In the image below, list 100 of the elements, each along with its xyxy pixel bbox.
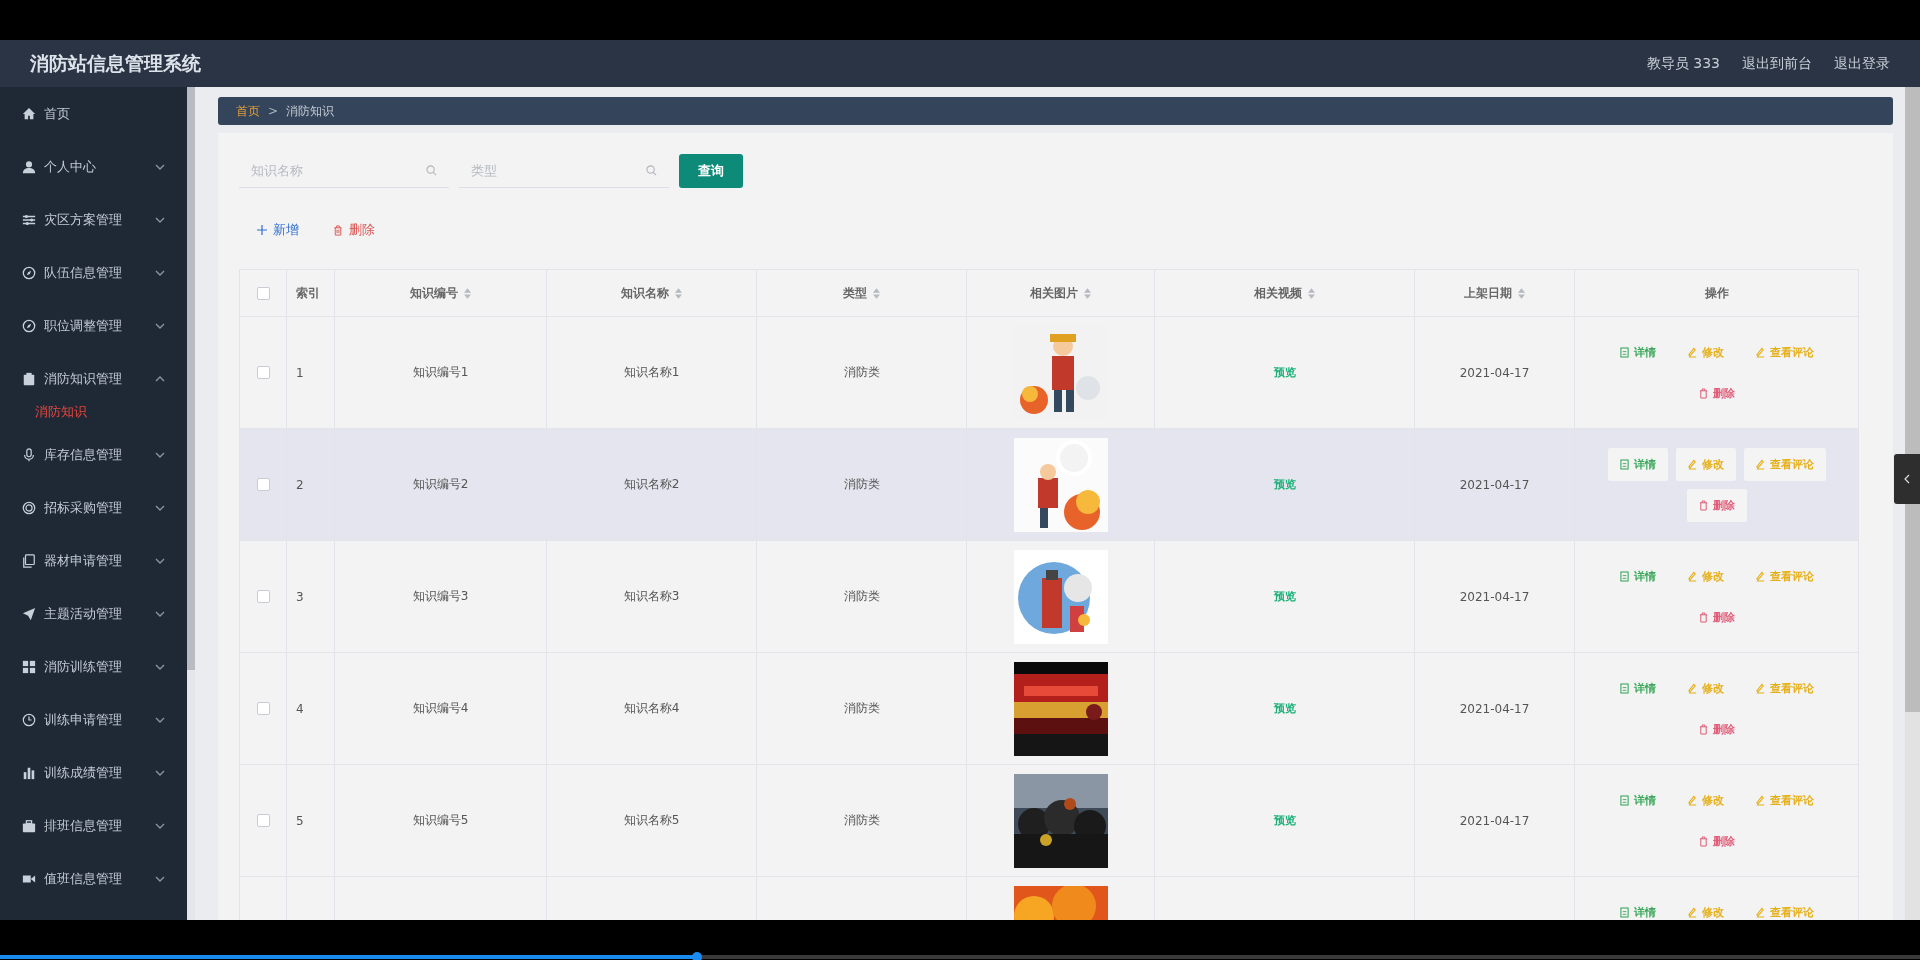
- sidebar-item[interactable]: 灾区方案管理: [0, 193, 187, 246]
- document-icon: [1619, 683, 1629, 694]
- sort-icon[interactable]: [464, 287, 471, 299]
- table-cell: 知识名称5: [623, 812, 680, 829]
- search-icon: [426, 165, 437, 176]
- add-button[interactable]: 新增: [257, 221, 299, 239]
- sidebar-item[interactable]: 排班信息管理: [0, 799, 187, 852]
- copy-icon: [22, 553, 36, 568]
- table-cell: 消防类: [843, 700, 880, 717]
- chevron-left-icon: [1904, 474, 1910, 484]
- sort-icon[interactable]: [873, 287, 880, 299]
- grid-icon: [22, 659, 36, 674]
- details-button[interactable]: 详情: [1607, 560, 1668, 593]
- preview-link[interactable]: 预览: [1273, 701, 1296, 716]
- column-header[interactable]: 类型: [757, 270, 967, 317]
- table-cell: 知识编号5: [412, 812, 469, 829]
- document-icon: [1619, 571, 1629, 582]
- sort-icon[interactable]: [675, 287, 682, 299]
- sidebar-item[interactable]: 库存信息管理: [0, 428, 187, 481]
- chevron-down-icon: [155, 557, 165, 564]
- sliders-icon: [22, 212, 36, 227]
- search-field[interactable]: 知识名称: [239, 153, 449, 188]
- sidebar-item[interactable]: 首页: [0, 87, 187, 140]
- scrollbar[interactable]: [187, 87, 195, 920]
- table-cell: 消防类: [843, 364, 880, 381]
- table-cell: 消防类: [843, 812, 880, 829]
- checkbox[interactable]: [256, 814, 270, 827]
- delete-button[interactable]: 删除: [1686, 601, 1747, 634]
- scrollbar[interactable]: [1905, 87, 1920, 920]
- briefcase-icon: [22, 818, 36, 833]
- checkbox[interactable]: [256, 366, 270, 379]
- trash-icon: [1698, 388, 1708, 399]
- breadcrumb-link[interactable]: 首页: [236, 102, 260, 120]
- document-icon: [1619, 459, 1629, 470]
- sidebar-item[interactable]: 训练成绩管理: [0, 746, 187, 799]
- table-cell: 5: [296, 813, 304, 828]
- trash-icon: [333, 224, 343, 236]
- preview-link[interactable]: 预览: [1273, 477, 1296, 492]
- pencil-icon: [1687, 907, 1697, 918]
- preview-link[interactable]: 预览: [1273, 365, 1296, 380]
- column-header[interactable]: 相关图片: [967, 270, 1155, 317]
- column-header[interactable]: 知识编号: [335, 270, 547, 317]
- delete-button[interactable]: 删除: [1686, 377, 1747, 410]
- sidebar-item[interactable]: 器材申请管理: [0, 534, 187, 587]
- delete-button[interactable]: 删除: [1686, 489, 1747, 522]
- column-header[interactable]: 知识名称: [547, 270, 757, 317]
- header-link[interactable]: 退出登录: [1834, 54, 1890, 73]
- table-cell: 知识编号2: [412, 476, 469, 493]
- table-cell: 2021-04-17: [1459, 813, 1530, 828]
- chevron-up-icon: [155, 375, 165, 382]
- checkbox[interactable]: [256, 702, 270, 715]
- column-header[interactable]: 相关视频: [1155, 270, 1415, 317]
- clipboard-icon: [22, 371, 36, 386]
- chevron-down-icon: [155, 504, 165, 511]
- chevron-down-icon: [155, 716, 165, 723]
- delete-button[interactable]: 删除: [1686, 825, 1747, 858]
- details-button[interactable]: 详情: [1607, 896, 1668, 920]
- table-cell: 2: [296, 477, 304, 492]
- chevron-down-icon: [155, 322, 165, 329]
- sidebar-item[interactable]: 主题活动管理: [0, 587, 187, 640]
- sidebar-item[interactable]: 值班信息管理: [0, 852, 187, 905]
- column-header: 操作: [1575, 270, 1859, 317]
- header-link[interactable]: 退出到前台: [1742, 54, 1812, 73]
- breadcrumb-link[interactable]: 消防知识: [286, 102, 335, 120]
- trash-icon: [1698, 724, 1708, 735]
- checkbox[interactable]: [256, 286, 270, 300]
- video-progress-bar[interactable]: [0, 955, 1920, 959]
- compass-icon: [22, 265, 36, 280]
- sort-icon[interactable]: [1084, 287, 1091, 299]
- details-button[interactable]: 详情: [1607, 672, 1668, 705]
- search-icon: [646, 165, 657, 176]
- checkbox[interactable]: [256, 478, 270, 491]
- table-cell: 2021-04-17: [1459, 701, 1530, 716]
- search-button[interactable]: 查询: [679, 153, 743, 188]
- preview-link[interactable]: 预览: [1273, 813, 1296, 828]
- table-cell: 知识名称4: [623, 700, 680, 717]
- collapse-tab[interactable]: [1894, 454, 1920, 504]
- details-button[interactable]: 详情: [1607, 448, 1668, 481]
- delete-button[interactable]: 删除: [1686, 713, 1747, 746]
- pencil-icon: [1687, 347, 1697, 358]
- details-button[interactable]: 详情: [1607, 784, 1668, 817]
- table-cell: 知识名称1: [623, 364, 680, 381]
- sort-icon[interactable]: [1518, 287, 1525, 299]
- pencil-icon: [1687, 795, 1697, 806]
- trash-icon: [1698, 836, 1708, 847]
- sidebar-item[interactable]: 训练申请管理: [0, 693, 187, 746]
- sidebar-item[interactable]: 职位调整管理: [0, 299, 187, 352]
- table-cell: 2021-04-17: [1459, 477, 1530, 492]
- checkbox[interactable]: [256, 590, 270, 603]
- sidebar-item[interactable]: 个人中心: [0, 140, 187, 193]
- preview-link[interactable]: 预览: [1273, 589, 1296, 604]
- sidebar-item[interactable]: 招标采购管理: [0, 481, 187, 534]
- column-header[interactable]: 上架日期: [1415, 270, 1575, 317]
- delete-button[interactable]: 删除: [333, 221, 375, 239]
- sidebar-item[interactable]: 消防训练管理: [0, 640, 187, 693]
- details-button[interactable]: 详情: [1607, 336, 1668, 369]
- search-field[interactable]: 类型: [459, 153, 669, 188]
- sidebar-item[interactable]: 队伍信息管理: [0, 246, 187, 299]
- sort-icon[interactable]: [1308, 287, 1315, 299]
- document-icon: [1619, 347, 1629, 358]
